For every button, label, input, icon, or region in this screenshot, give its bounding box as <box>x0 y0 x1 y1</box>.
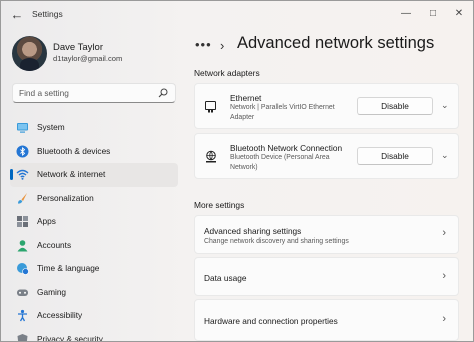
accessibility-icon <box>18 309 27 322</box>
adapter-name: Bluetooth Network Connection <box>230 143 343 153</box>
sidebar-item-label: Network & internet <box>37 169 106 179</box>
chevron-down-icon[interactable]: ⌄ <box>441 150 449 161</box>
search-input[interactable]: Find a setting <box>19 88 69 98</box>
setting-subtitle: Change network discovery and sharing set… <box>204 238 349 245</box>
avatar[interactable] <box>12 36 47 71</box>
adapter-description: Network | Parallels VirtIO Ethernet Adap… <box>230 104 335 121</box>
sidebar-item-personalization[interactable]: Personalization <box>10 187 178 211</box>
controller-icon <box>17 289 28 296</box>
adapter-card-ethernet[interactable]: Ethernet Network | Parallels VirtIO Ethe… <box>194 83 459 129</box>
paintbrush-icon <box>18 192 27 204</box>
sidebar-item-label: Accessibility <box>37 310 83 320</box>
user-name: Dave Taylor <box>53 42 103 53</box>
sidebar-item-label: System <box>37 122 65 132</box>
person-icon <box>17 239 28 251</box>
sidebar-item-network[interactable]: Network & internet <box>10 163 178 187</box>
maximize-icon[interactable]: □ <box>422 5 444 23</box>
disable-button[interactable]: Disable <box>357 97 433 115</box>
setting-title: Data usage <box>204 273 247 283</box>
more-settings-advanced-sharing[interactable]: Advanced sharing settings Change network… <box>194 215 459 254</box>
apps-icon <box>17 216 28 227</box>
chevron-right-icon: › <box>442 270 446 282</box>
setting-title: Advanced sharing settings <box>204 226 302 236</box>
sidebar-item-time-language[interactable]: Time & language <box>10 257 178 281</box>
search-icon[interactable] <box>158 88 168 98</box>
monitor-icon <box>17 123 28 133</box>
chevron-right-icon: › <box>220 38 225 53</box>
user-email: d1taylor@gmail.com <box>53 54 123 63</box>
globe-network-icon <box>206 150 216 163</box>
chevron-down-icon[interactable]: ⌄ <box>441 100 449 111</box>
sidebar-item-privacy[interactable]: Privacy & security <box>10 328 178 342</box>
back-arrow-icon[interactable]: ← <box>9 7 25 23</box>
section-heading-more: More settings <box>194 200 245 210</box>
disable-button[interactable]: Disable <box>357 147 433 165</box>
settings-window: ← Settings — □ ✕ Dave Taylor d1taylor@gm… <box>0 0 474 342</box>
more-settings-data-usage[interactable]: Data usage › <box>194 257 459 296</box>
more-settings-hardware-properties[interactable]: Hardware and connection properties › <box>194 299 459 341</box>
title-bar: ← Settings — □ ✕ <box>1 1 473 29</box>
sidebar-item-label: Privacy & security <box>37 333 103 342</box>
sidebar-item-gaming[interactable]: Gaming <box>10 281 178 305</box>
sidebar-item-label: Apps <box>37 216 56 226</box>
ethernet-icon <box>205 101 216 113</box>
chevron-right-icon: › <box>442 313 446 325</box>
sidebar-item-label: Bluetooth & devices <box>37 145 111 156</box>
sidebar-item-label: Time & language <box>37 263 100 273</box>
globe-clock-icon <box>17 263 29 275</box>
wifi-icon <box>16 169 29 180</box>
sidebar-nav: System Bluetooth & devices Network & int… <box>10 116 178 342</box>
sidebar-item-apps[interactable]: Apps <box>10 210 178 234</box>
breadcrumb-overflow-button[interactable]: ••• <box>195 37 212 52</box>
sidebar-item-label: Accounts <box>37 239 72 250</box>
chevron-right-icon: › <box>442 227 446 239</box>
adapter-name: Ethernet <box>230 93 262 103</box>
sidebar-item-bluetooth[interactable]: Bluetooth & devices <box>10 140 178 164</box>
section-heading-adapters: Network adapters <box>194 68 260 78</box>
app-title: Settings <box>32 9 63 19</box>
adapter-card-bluetooth[interactable]: Bluetooth Network Connection Bluetooth D… <box>194 133 459 179</box>
adapter-description: Bluetooth Device (Personal Area Network) <box>230 154 330 171</box>
sidebar-item-label: Gaming <box>37 286 67 297</box>
sidebar-item-system[interactable]: System <box>10 116 178 140</box>
sidebar-item-label: Personalization <box>37 192 94 203</box>
page-title: Advanced network settings <box>237 34 435 52</box>
sidebar-item-accessibility[interactable]: Accessibility <box>10 304 178 328</box>
bluetooth-icon <box>16 145 29 157</box>
shield-icon <box>17 333 28 341</box>
close-icon[interactable]: ✕ <box>448 5 470 23</box>
setting-title: Hardware and connection properties <box>204 316 338 326</box>
sidebar-item-accounts[interactable]: Accounts <box>10 234 178 258</box>
search-box[interactable]: Find a setting <box>12 83 176 103</box>
minimize-icon[interactable]: — <box>395 5 417 23</box>
